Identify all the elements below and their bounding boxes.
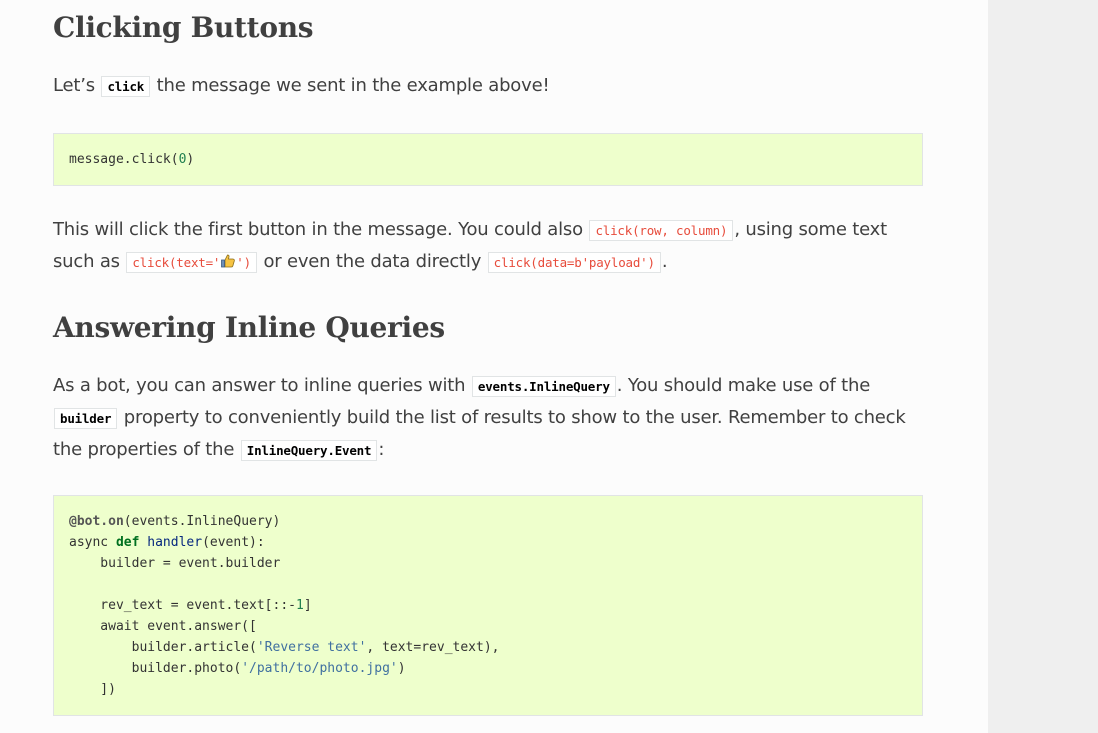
code-block-click: message.click(0) — [53, 133, 923, 186]
inline-code-builder: builder — [54, 408, 118, 429]
heading-answering-inline-queries: Answering Inline Queries — [53, 311, 445, 344]
code-line: builder.photo('/path/to/photo.jpg') — [69, 661, 406, 676]
inline-code-click-row-column: click(row, column) — [589, 220, 734, 241]
inline-code-inlinequery-event: InlineQuery.Event — [240, 440, 378, 461]
heading-clicking-buttons: Clicking Buttons — [53, 11, 314, 44]
inline-code-click-data: click(data=b'payload') — [487, 252, 661, 273]
code-line: ]) — [69, 682, 116, 697]
code-line: async def handler(event): — [69, 535, 265, 550]
code-line: builder = event.builder — [69, 556, 281, 571]
inline-code-events-inlinequery: events.InlineQuery — [471, 376, 616, 397]
code-block-inline-query-handler: @bot.on(events.InlineQuery) async def han… — [53, 495, 923, 716]
intro-paragraph: Let’s click the message we sent in the e… — [53, 75, 550, 97]
inline-code-click: click — [101, 76, 151, 97]
code-line: rev_text = event.text[::-1] — [69, 598, 312, 613]
right-sidebar — [988, 0, 1098, 733]
code-line: @bot.on(events.InlineQuery) — [69, 514, 281, 529]
click-explanation-paragraph: This will click the first button in the … — [53, 219, 887, 273]
thumbs-up-icon — [221, 254, 236, 268]
inline-code-click-text: click(text=' ') — [126, 252, 257, 273]
code-line: await event.answer([ — [69, 619, 257, 634]
inline-queries-paragraph: As a bot, you can answer to inline queri… — [53, 375, 906, 461]
code-line: builder.article('Reverse text', text=rev… — [69, 640, 500, 655]
